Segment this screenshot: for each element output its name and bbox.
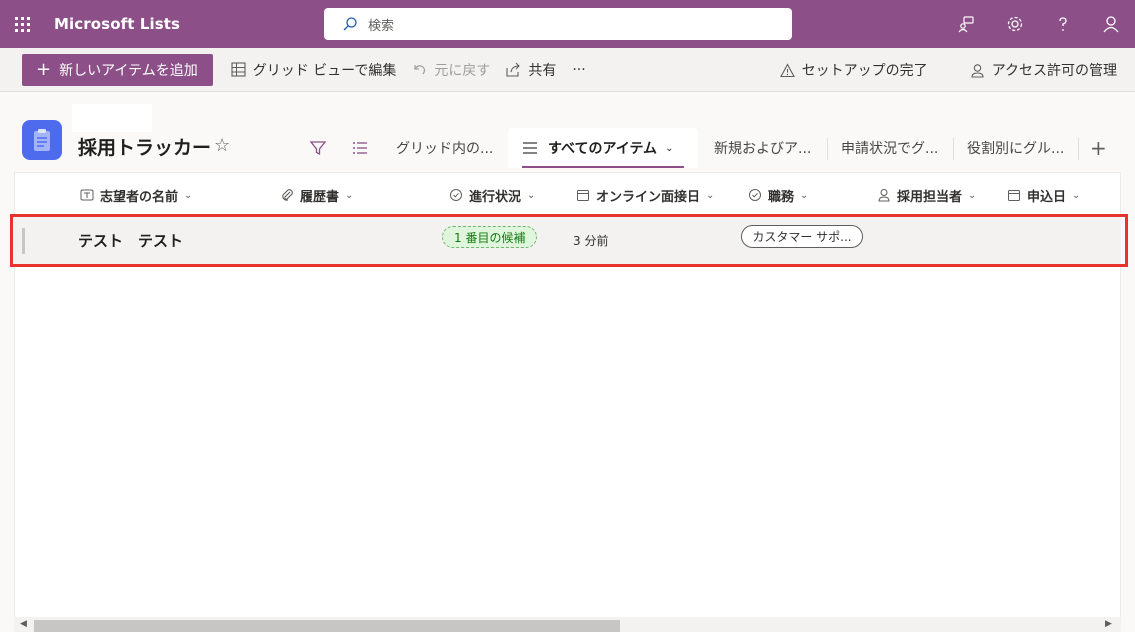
undo-button[interactable]: 元に戻す xyxy=(404,54,498,86)
tab-group-by-status-label: 申請状況でグ... xyxy=(841,141,939,157)
active-tab-indicator xyxy=(522,166,684,168)
plus-icon: + xyxy=(1090,136,1107,160)
tab-divider xyxy=(953,138,954,160)
chevron-down-icon: ⌄ xyxy=(800,189,809,201)
chevron-down-icon: ⌄ xyxy=(527,189,536,201)
manage-access-button[interactable]: アクセス許可の管理 xyxy=(962,54,1125,86)
scroll-right-icon[interactable]: ▶ xyxy=(1105,619,1112,629)
more-icon: ··· xyxy=(572,61,586,78)
grid-edit-label: グリッド ビューで編集 xyxy=(252,62,397,79)
search-icon xyxy=(343,17,357,31)
account-icon[interactable] xyxy=(1087,0,1135,48)
tab-grid-view-label: グリッド内の... xyxy=(396,141,494,157)
search-placeholder: 検索 xyxy=(368,18,395,34)
column-header-apply-date[interactable]: 申込日 ⌄ xyxy=(1007,176,1080,214)
person-icon xyxy=(971,63,984,78)
list-site-name-redacted xyxy=(72,104,152,132)
column-header-job[interactable]: 職務 ⌄ xyxy=(748,176,808,214)
column-label: オンライン面接日 xyxy=(596,189,701,205)
tab-group-by-status[interactable]: 申請状況でグ... xyxy=(841,128,938,168)
view-options-icon[interactable] xyxy=(350,128,370,168)
tab-divider xyxy=(827,138,828,160)
chevron-down-icon: ⌄ xyxy=(968,189,977,201)
grid-icon xyxy=(231,62,246,77)
tab-all-items-label: すべてのアイテム xyxy=(548,141,658,157)
row-highlight-box xyxy=(10,214,1128,267)
list-clipboard-icon xyxy=(22,120,62,160)
column-label: 進行状況 xyxy=(469,189,522,205)
calendar-icon xyxy=(1008,190,1020,201)
new-item-label: 新しいアイテムを追加 xyxy=(59,62,198,79)
column-label: 採用担当者 xyxy=(897,189,963,205)
more-options-button[interactable]: ··· xyxy=(564,54,593,86)
tab-all-items[interactable]: すべてのアイテム ⌄ xyxy=(508,128,698,168)
access-label: アクセス許可の管理 xyxy=(991,63,1117,79)
chevron-down-icon: ⌄ xyxy=(665,142,674,154)
tab-new-and-active[interactable]: 新規およびア... xyxy=(714,128,811,168)
list-title: 採用トラッカー xyxy=(78,137,212,159)
share-button[interactable]: 共有 xyxy=(498,54,564,86)
chevron-down-icon: ⌄ xyxy=(706,189,715,201)
column-header-interview-date[interactable]: オンライン面接日 ⌄ xyxy=(576,176,714,214)
settings-gear-icon[interactable] xyxy=(991,0,1039,48)
choice-check-icon xyxy=(450,189,462,201)
suite-header: Microsoft Lists 検索 xyxy=(0,0,1135,48)
setup-label: セットアップの完了 xyxy=(801,63,928,79)
filter-icon[interactable] xyxy=(308,128,328,168)
search-box[interactable]: 検索 xyxy=(324,8,792,40)
person-icon xyxy=(878,189,890,202)
column-label: 職務 xyxy=(768,189,795,205)
app-launcher-icon[interactable] xyxy=(0,0,44,48)
calendar-icon xyxy=(577,190,589,201)
favorite-star-icon[interactable]: ☆ xyxy=(214,135,230,156)
column-header-progress[interactable]: 進行状況 ⌄ xyxy=(449,176,535,214)
plus-icon: + xyxy=(36,58,52,80)
horizontal-scrollbar-thumb[interactable] xyxy=(34,620,620,632)
setup-complete-button[interactable]: セットアップの完了 xyxy=(772,54,936,86)
column-header-recruiter[interactable]: 採用担当者 ⌄ xyxy=(877,176,976,214)
grid-edit-button[interactable]: グリッド ビューで編集 xyxy=(223,54,405,86)
share-label: 共有 xyxy=(528,62,557,79)
column-label: 申込日 xyxy=(1027,189,1067,205)
choice-check-icon xyxy=(749,189,761,201)
list-view-icon xyxy=(523,142,537,154)
chevron-down-icon: ⌄ xyxy=(184,189,193,201)
tab-group-by-role[interactable]: 役割別にグル... xyxy=(967,128,1064,168)
help-icon[interactable] xyxy=(1039,0,1087,48)
attachment-icon xyxy=(282,189,293,201)
app-name[interactable]: Microsoft Lists xyxy=(54,15,180,33)
warning-icon xyxy=(779,62,795,77)
tab-new-and-active-label: 新規およびア... xyxy=(714,141,812,157)
chevron-down-icon: ⌄ xyxy=(1072,189,1081,201)
column-header-resume[interactable]: 履歴書 ⌄ xyxy=(280,176,353,214)
undo-icon xyxy=(414,65,426,75)
add-view-button[interactable]: + xyxy=(1090,128,1107,168)
command-bar: + 新しいアイテムを追加 グリッド ビューで編集 元に戻す 共有 ··· セット… xyxy=(0,48,1135,92)
scroll-left-icon[interactable]: ◀ xyxy=(20,619,27,629)
share-people-icon[interactable] xyxy=(943,0,991,48)
column-label: 履歴書 xyxy=(300,189,340,205)
undo-label: 元に戻す xyxy=(434,62,491,79)
tab-divider xyxy=(1078,138,1079,160)
column-header-applicant-name[interactable]: 志望者の名前 ⌄ xyxy=(80,176,192,214)
share-icon xyxy=(506,62,521,77)
tab-group-by-role-label: 役割別にグル... xyxy=(967,141,1065,157)
tab-grid-view[interactable]: グリッド内の... xyxy=(396,128,493,168)
text-field-icon xyxy=(80,189,94,201)
chevron-down-icon: ⌄ xyxy=(345,189,354,201)
new-item-button[interactable]: + 新しいアイテムを追加 xyxy=(22,53,213,86)
column-label: 志望者の名前 xyxy=(100,189,179,205)
